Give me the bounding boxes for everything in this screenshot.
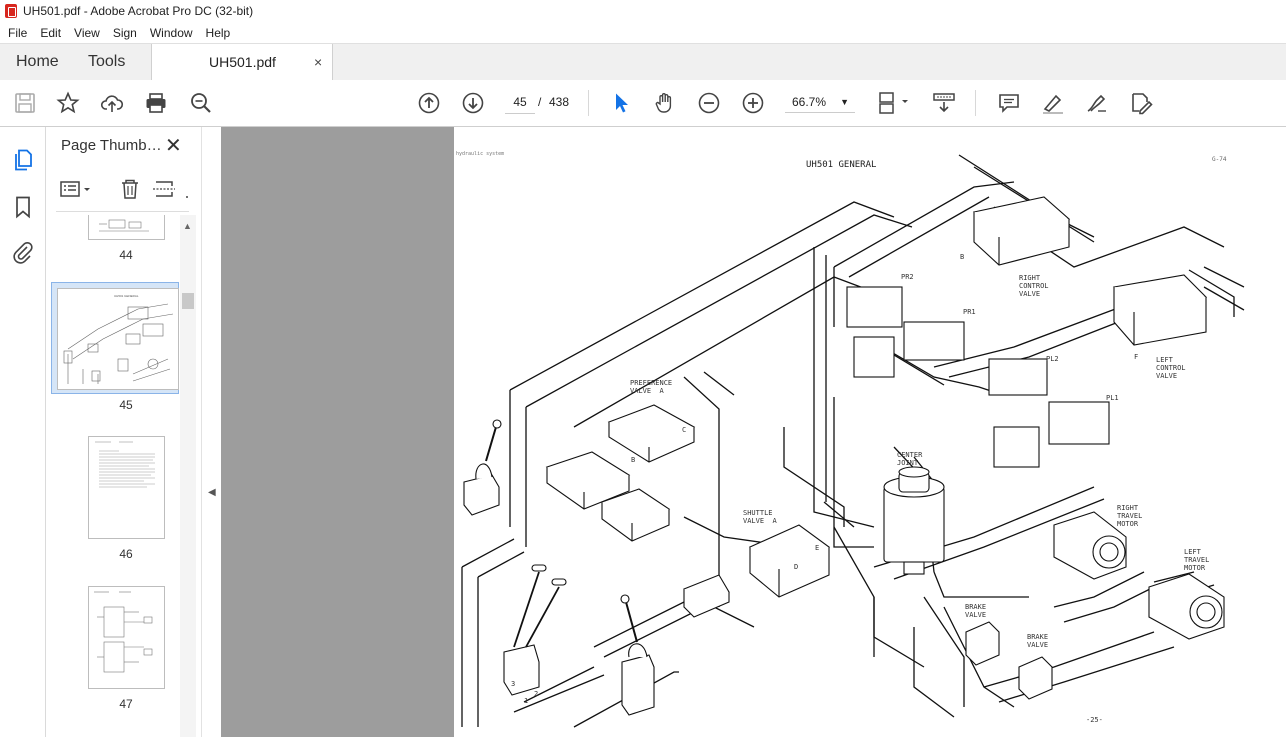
- scroll-up-arrow-icon[interactable]: ▲: [183, 221, 192, 231]
- hand-icon[interactable]: [653, 91, 677, 115]
- label-pl1: PL1: [1106, 394, 1119, 402]
- save-icon[interactable]: [13, 91, 37, 115]
- label-left-travel-motor: LEFT TRAVEL MOTOR: [1184, 548, 1210, 572]
- panel-title: Page Thumb…: [61, 137, 162, 154]
- label-pr2: PR2: [901, 273, 914, 281]
- plus-circle-icon[interactable]: [741, 91, 765, 115]
- edit-pdf-icon[interactable]: [1129, 91, 1153, 115]
- label-number: 1: [524, 697, 529, 705]
- drawing-page-code: G-74: [1212, 156, 1227, 163]
- cursor-arrow-icon[interactable]: [609, 91, 633, 115]
- menu-sign[interactable]: Sign: [105, 26, 142, 40]
- close-tab-icon[interactable]: ×: [314, 44, 322, 80]
- label-right-control-valve: RIGHT CONTROL VALVE: [1019, 274, 1049, 298]
- label-brake-valve: BRAKE VALVE: [1027, 633, 1049, 649]
- label-left-control-valve: LEFT CONTROL VALVE: [1156, 356, 1186, 380]
- menu-window[interactable]: Window: [142, 26, 198, 40]
- tab-tools[interactable]: Tools: [88, 44, 125, 80]
- panel-splitter[interactable]: ◀: [201, 127, 222, 737]
- scroll-mode-icon[interactable]: [932, 91, 956, 115]
- tab-bar: Home Tools UH501.pdf ×: [0, 43, 1286, 81]
- label-port: F: [1134, 353, 1139, 361]
- label-port: E: [815, 544, 820, 552]
- label-port: D: [794, 563, 799, 571]
- main-toolbar: 45 / 438 66.7% ▼: [0, 80, 1286, 127]
- total-pages: 438: [549, 95, 570, 109]
- fit-page-icon[interactable]: [877, 91, 911, 115]
- label-pr1: PR1: [963, 308, 976, 316]
- printer-icon[interactable]: [144, 91, 168, 115]
- label-port: B: [631, 456, 636, 464]
- zoom-search-icon[interactable]: [189, 91, 213, 115]
- thumbnail-label: 45: [119, 398, 133, 412]
- thumbnail-label: 46: [119, 547, 133, 561]
- chevron-down-icon: ▼: [840, 97, 849, 107]
- drawing-corner-text: hydraulic system: [456, 151, 504, 157]
- rotate-page-icon[interactable]: [153, 181, 175, 197]
- current-page-input[interactable]: 45: [505, 91, 535, 114]
- collapse-panel-icon[interactable]: ◀: [208, 487, 216, 498]
- window-title: UH501.pdf - Adobe Acrobat Pro DC (32-bit…: [23, 4, 254, 18]
- toolbar-divider: [588, 90, 589, 116]
- comment-icon[interactable]: [997, 91, 1021, 115]
- label-center-joint: CENTER JOINT: [897, 451, 923, 467]
- menu-view[interactable]: View: [66, 26, 105, 40]
- pen-icon[interactable]: [1041, 91, 1065, 115]
- page-thumbnails-icon[interactable]: [11, 148, 35, 172]
- upload-cloud-icon[interactable]: [100, 91, 124, 115]
- label-shuttle-valve: SHUTTLE VALVE A: [743, 509, 777, 525]
- thumbnail-list: 44 UH501 GENERAL 45 46 47: [46, 215, 180, 737]
- close-panel-icon[interactable]: ✕: [165, 133, 182, 158]
- document-tab-label: UH501.pdf: [209, 54, 276, 70]
- thumbnail-options-icon[interactable]: [60, 181, 90, 197]
- star-icon[interactable]: [56, 91, 80, 115]
- menu-bar: File Edit View Sign Window Help: [0, 22, 1286, 43]
- page-separator: /: [538, 95, 542, 109]
- label-preference-valve: PREFERENCE VALVE A: [630, 379, 673, 395]
- label-number: 2: [534, 690, 539, 698]
- thumbnail-scrollbar[interactable]: ▲: [180, 215, 196, 737]
- thumbnail-page-45[interactable]: UH501 GENERAL: [57, 288, 179, 390]
- tab-home[interactable]: Home: [16, 44, 59, 80]
- zoom-level-select[interactable]: 66.7% ▼: [785, 91, 855, 113]
- panel-toolbar: [60, 177, 190, 201]
- menu-edit[interactable]: Edit: [32, 26, 66, 40]
- sign-icon[interactable]: [1085, 91, 1109, 115]
- hydraulic-schematic-drawing: UH501 GENERAL G-74 hydraulic system -25-: [456, 151, 1245, 728]
- drawing-footer: -25-: [1086, 716, 1103, 724]
- attachment-paperclip-icon[interactable]: [11, 240, 35, 264]
- label-right-travel-motor: RIGHT TRAVEL MOTOR: [1117, 504, 1143, 528]
- acrobat-app-icon: [5, 4, 17, 18]
- pdf-page: UH501 GENERAL G-74 hydraulic system -25-…: [454, 127, 1286, 737]
- arrow-up-circle-icon[interactable]: [417, 91, 441, 115]
- thumbnail-page-47[interactable]: [88, 586, 165, 689]
- svg-text:UH501 GENERAL: UH501 GENERAL: [114, 294, 139, 298]
- drawing-header: UH501 GENERAL: [806, 160, 876, 170]
- label-port: C: [682, 426, 687, 434]
- left-navigation-rail: [0, 127, 46, 737]
- tab-document[interactable]: UH501.pdf ×: [151, 44, 333, 81]
- zoom-value: 66.7%: [792, 95, 827, 109]
- delete-page-icon[interactable]: [122, 179, 138, 199]
- bookmark-icon[interactable]: [11, 195, 35, 219]
- label-port: B: [960, 253, 965, 261]
- menu-help[interactable]: Help: [198, 26, 236, 40]
- label-number: 3: [511, 680, 516, 688]
- menu-file[interactable]: File: [0, 26, 32, 40]
- minus-circle-icon[interactable]: [697, 91, 721, 115]
- label-brake-valve: BRAKE VALVE: [965, 603, 987, 619]
- title-bar: UH501.pdf - Adobe Acrobat Pro DC (32-bit…: [0, 0, 1286, 22]
- thumbnail-label: 47: [119, 697, 133, 711]
- toolbar-divider: [975, 90, 976, 116]
- label-pl2: PL2: [1046, 355, 1059, 363]
- thumbnail-page-44[interactable]: [88, 215, 165, 240]
- scrollbar-thumb[interactable]: [182, 293, 194, 309]
- arrow-down-circle-icon[interactable]: [461, 91, 485, 115]
- thumbnail-label: 44: [119, 248, 133, 262]
- panel-divider: [56, 211, 189, 212]
- thumbnail-page-46[interactable]: [88, 436, 165, 539]
